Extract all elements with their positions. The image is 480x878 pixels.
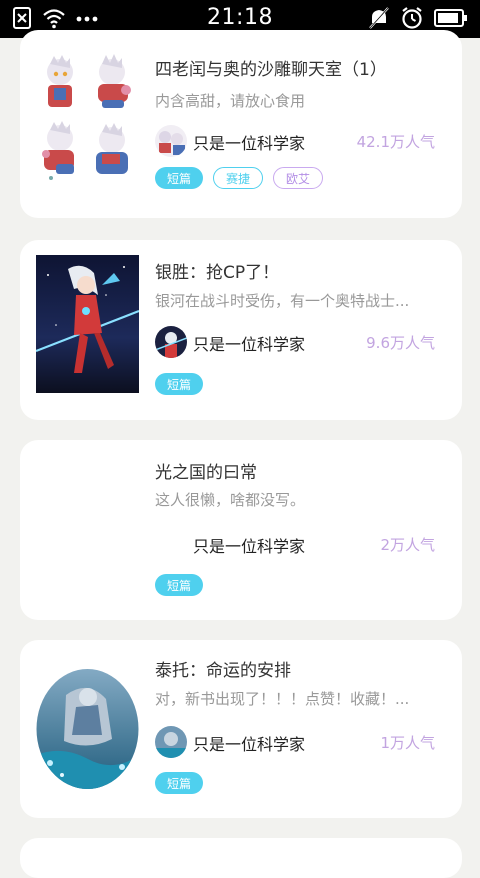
tag-ouai[interactable]: 欧艾 xyxy=(273,167,324,189)
book-card[interactable]: 银胜：抢CP了！ 银河在战斗时受伤，有一个奥特战士... 只是一位科学家 9.6… xyxy=(20,240,462,420)
book-description: 内含高甜，请放心食用 xyxy=(155,92,306,110)
tag-short[interactable]: 短篇 xyxy=(155,772,204,794)
anime-cover-image xyxy=(36,255,139,393)
tag-list: 短篇 xyxy=(155,574,204,596)
book-cover-empty[interactable] xyxy=(36,455,139,593)
book-description: 对，新书出现了！！！点赞！收藏！... xyxy=(155,690,410,708)
author-avatar[interactable] xyxy=(155,125,187,157)
status-right-icons xyxy=(368,6,468,30)
book-cover[interactable] xyxy=(36,655,139,793)
book-title[interactable]: 银胜：抢CP了！ xyxy=(155,258,279,283)
book-card[interactable]: 光之国的曰常 这人很懒，啥都没写。 只是一位科学家 2万人气 短篇 xyxy=(20,440,462,620)
author-name[interactable]: 只是一位科学家 xyxy=(193,331,305,355)
author-row[interactable]: 只是一位科学家 9.6万人气 xyxy=(155,326,435,358)
author-name[interactable]: 只是一位科学家 xyxy=(193,533,305,557)
tag-short[interactable]: 短篇 xyxy=(155,373,204,395)
circular-cover-image xyxy=(36,655,139,793)
battery-icon xyxy=(434,9,467,27)
book-card-partial[interactable] xyxy=(20,838,462,878)
book-description: 这人很懒，啥都没写。 xyxy=(155,491,306,509)
popularity-count: 9.6万人气 xyxy=(366,334,435,352)
tag-short[interactable]: 短篇 xyxy=(155,167,204,189)
popularity-count: 2万人气 xyxy=(380,536,435,554)
book-title[interactable]: 光之国的曰常 xyxy=(155,458,257,483)
tag-saijie[interactable]: 赛捷 xyxy=(213,167,264,189)
author-row[interactable]: 只是一位科学家 2万人气 xyxy=(155,528,435,560)
author-avatar[interactable] xyxy=(155,726,187,758)
author-avatar[interactable] xyxy=(155,326,187,358)
tag-short[interactable]: 短篇 xyxy=(155,574,204,596)
tag-list: 短篇 xyxy=(155,373,204,395)
book-card[interactable]: 四老闰与奥的沙雕聊天室（1） 内含高甜，请放心食用 只是一位科学家 42.1万人… xyxy=(20,30,462,218)
tag-list: 短篇 xyxy=(155,772,204,794)
book-title[interactable]: 四老闰与奥的沙雕聊天室（1） xyxy=(155,55,387,80)
author-row[interactable]: 只是一位科学家 1万人气 xyxy=(155,726,435,758)
tag-list: 短篇 赛捷 欧艾 xyxy=(155,167,324,189)
popularity-count: 42.1万人气 xyxy=(356,133,435,151)
author-name[interactable]: 只是一位科学家 xyxy=(193,731,305,755)
alarm-icon xyxy=(402,7,422,29)
sticker-cover-image xyxy=(36,50,139,188)
book-cover[interactable] xyxy=(36,50,139,188)
book-description: 银河在战斗时受伤，有一个奥特战士... xyxy=(155,292,410,310)
book-card[interactable]: 泰托：命运的安排 对，新书出现了！！！点赞！收藏！... 只是一位科学家 1万人… xyxy=(20,640,462,818)
mute-icon xyxy=(369,7,389,29)
book-title[interactable]: 泰托：命运的安排 xyxy=(155,656,291,681)
author-row[interactable]: 只是一位科学家 42.1万人气 xyxy=(155,125,435,157)
author-name[interactable]: 只是一位科学家 xyxy=(193,130,305,154)
popularity-count: 1万人气 xyxy=(380,734,435,752)
book-cover[interactable] xyxy=(36,255,139,393)
